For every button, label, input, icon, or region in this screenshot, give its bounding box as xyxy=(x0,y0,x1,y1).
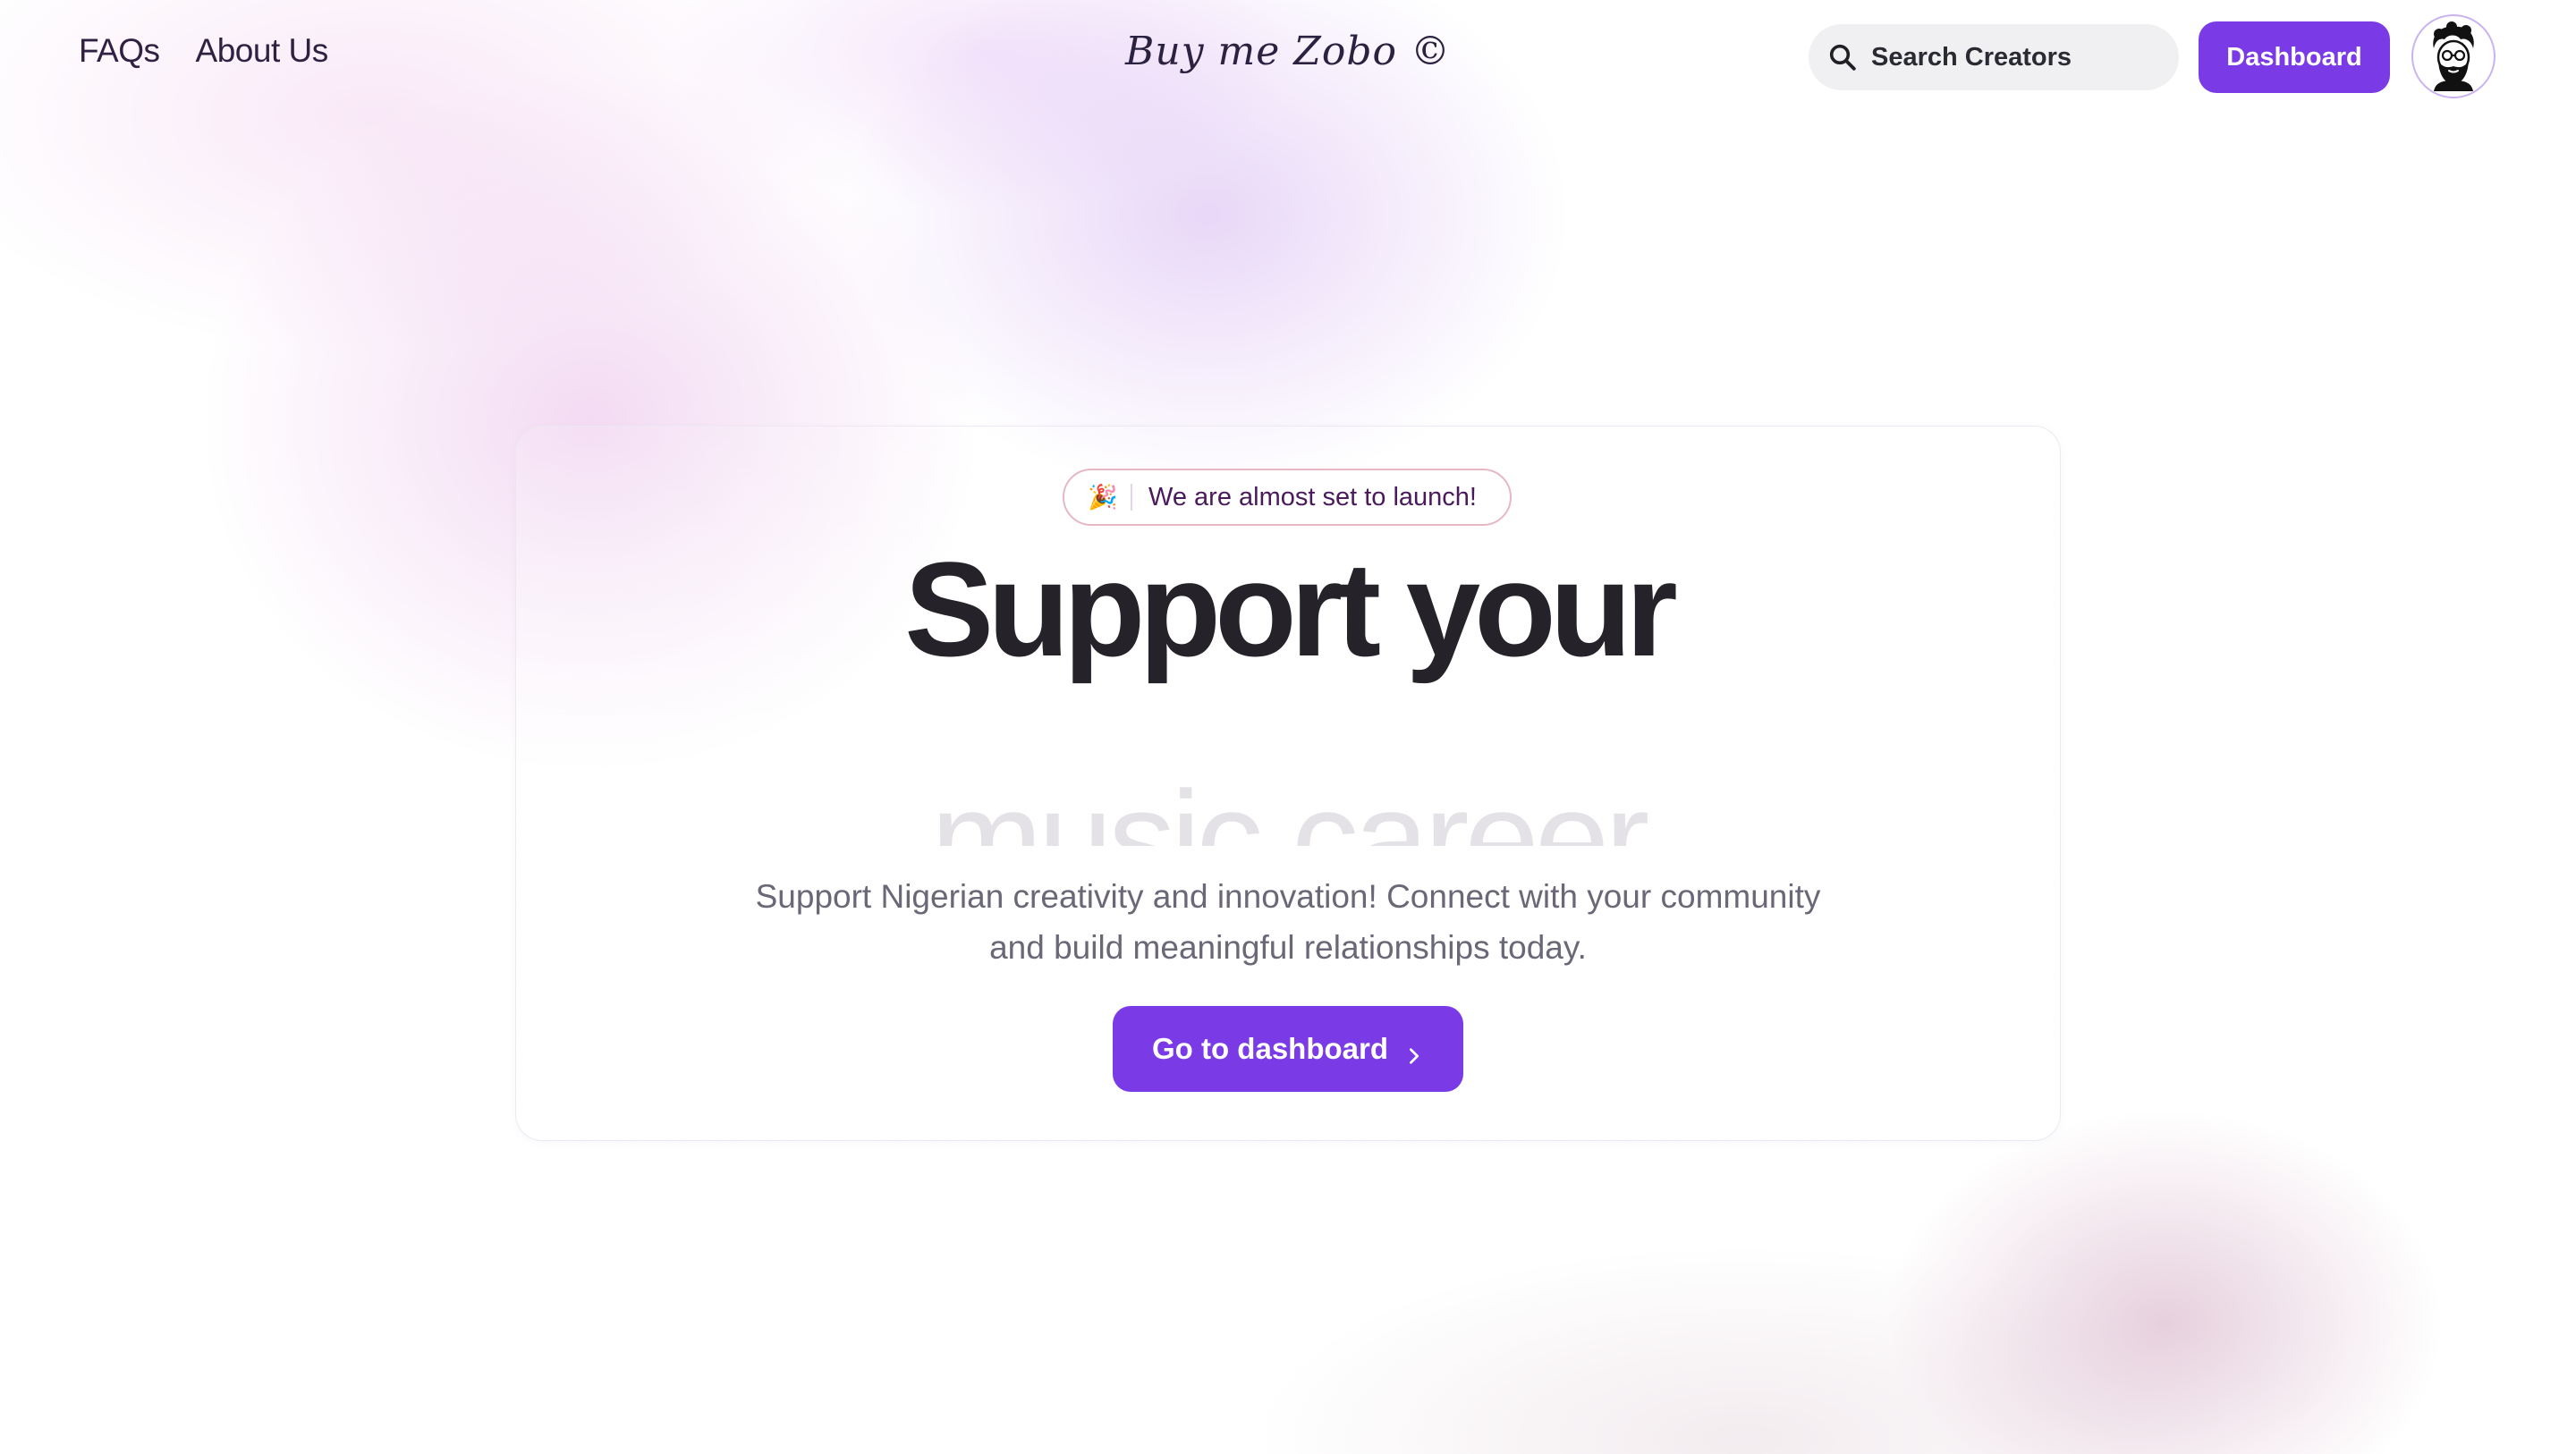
search-bar[interactable] xyxy=(1809,24,2179,90)
search-input[interactable] xyxy=(1869,41,2168,73)
launch-badge: 🎉 We are almost set to launch! xyxy=(1063,469,1512,526)
badge-divider xyxy=(1131,484,1132,511)
search-icon xyxy=(1826,41,1859,73)
avatar[interactable] xyxy=(2411,14,2496,98)
user-avatar-icon xyxy=(2433,21,2474,91)
rotating-word-container: music career xyxy=(572,715,2004,846)
hero-title: Support your xyxy=(904,534,1678,684)
chevron-right-icon xyxy=(1404,1039,1424,1064)
site-header: FAQs About Us Buy me Zobo © Dashboard xyxy=(0,0,2576,116)
hero-subtitle: Support Nigerian creativity and innovati… xyxy=(662,871,1914,973)
rotating-word: music career xyxy=(930,763,1650,846)
site-logo[interactable]: Buy me Zobo © xyxy=(0,29,2576,74)
party-popper-icon: 🎉 xyxy=(1088,484,1118,511)
dashboard-button[interactable]: Dashboard xyxy=(2199,21,2390,93)
hero-subtitle-line-1: Support Nigerian creativity and innovati… xyxy=(755,878,1821,915)
hero-subtitle-line-2: and build meaningful relationships today… xyxy=(989,929,1587,966)
go-to-dashboard-label: Go to dashboard xyxy=(1152,1032,1388,1065)
go-to-dashboard-button[interactable]: Go to dashboard xyxy=(1113,1006,1463,1092)
badge-text: We are almost set to launch! xyxy=(1148,482,1477,511)
